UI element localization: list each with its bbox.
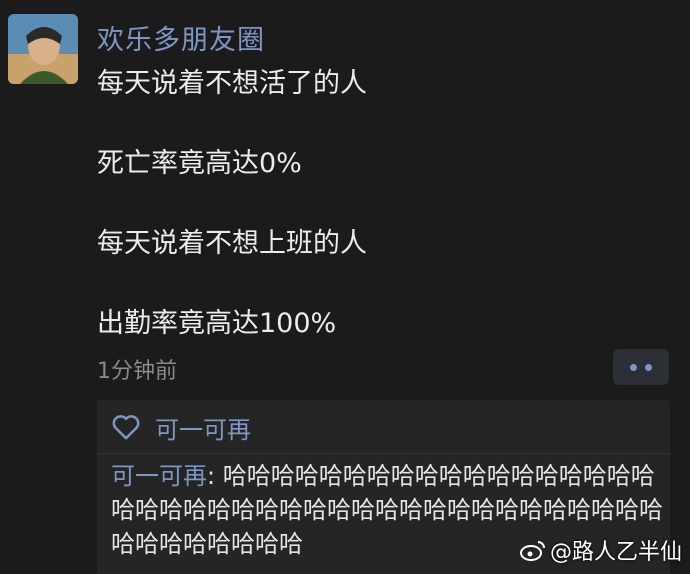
avatar-image bbox=[8, 14, 78, 84]
dot-icon bbox=[645, 363, 652, 371]
post-timestamp: 1分钟前 bbox=[97, 359, 177, 384]
dot-icon bbox=[630, 363, 637, 371]
like-user-name[interactable]: 可一可再 bbox=[155, 410, 251, 445]
weibo-logo-icon bbox=[519, 541, 545, 561]
comment-separator: : bbox=[207, 462, 223, 490]
comment-author[interactable]: 可一可再 bbox=[111, 462, 207, 490]
user-avatar[interactable] bbox=[8, 14, 78, 84]
post-line-2: 死亡率竟高达0% bbox=[97, 148, 302, 179]
post-username[interactable]: 欢乐多朋友圈 bbox=[97, 18, 265, 57]
post-line-3: 每天说着不想上班的人 bbox=[97, 228, 367, 259]
watermark-text: @路人乙半仙 bbox=[549, 540, 682, 565]
likes-row: 可一可再 bbox=[111, 409, 251, 445]
divider bbox=[97, 453, 670, 454]
more-actions-button[interactable] bbox=[613, 349, 669, 385]
post-line-1: 每天说着不想活了的人 bbox=[97, 68, 367, 99]
post-line-4: 出勤率竟高达100% bbox=[97, 308, 337, 339]
heart-icon bbox=[112, 415, 140, 440]
watermark: @路人乙半仙 bbox=[519, 534, 682, 566]
